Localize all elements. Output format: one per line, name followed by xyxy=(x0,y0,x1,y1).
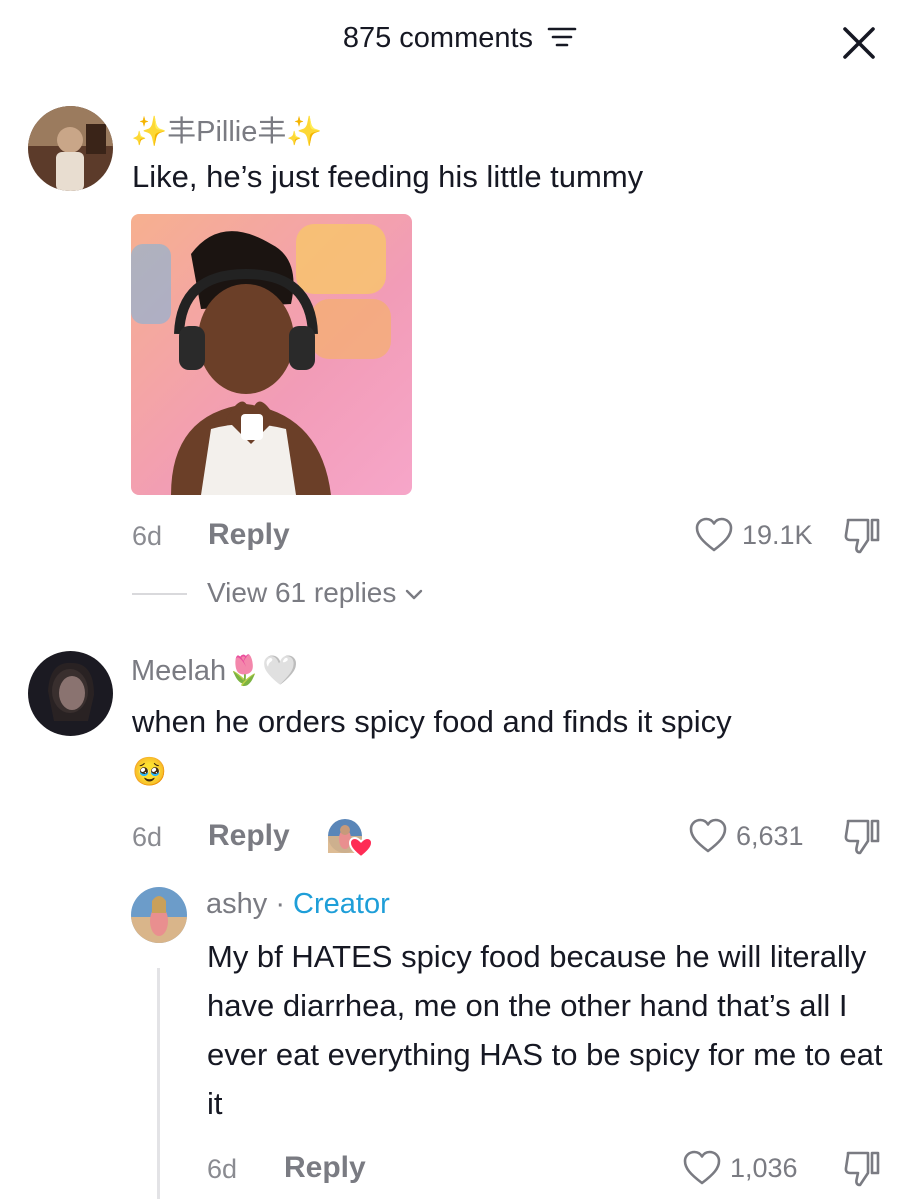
heart-icon xyxy=(695,517,733,552)
filter-icon[interactable] xyxy=(547,23,577,56)
view-replies-button[interactable]: View 61 replies xyxy=(207,577,424,609)
dislike-icon[interactable] xyxy=(842,1149,882,1194)
heart-icon xyxy=(689,818,727,853)
avatar[interactable] xyxy=(28,651,113,736)
reply-username-text: ashy xyxy=(206,888,268,920)
comment-age: 6d xyxy=(132,822,163,852)
comment-age: 6d xyxy=(132,521,163,551)
dislike-icon[interactable] xyxy=(842,516,882,561)
like-button[interactable]: 6,631 xyxy=(688,817,804,855)
comment-text: Like, he’s just feeding his little tummy xyxy=(132,159,644,194)
comment-username[interactable]: Meelah🌷🤍 xyxy=(131,654,298,688)
username-text: Meelah xyxy=(131,655,227,687)
reply-age: 6d xyxy=(207,1154,238,1184)
comment-gif-image[interactable] xyxy=(131,214,412,495)
creator-badge: Creator xyxy=(293,888,390,920)
avatar[interactable] xyxy=(131,887,187,943)
view-replies-label: View 61 replies xyxy=(207,577,397,608)
creator-liked-badge xyxy=(326,817,374,859)
like-count: 1,036 xyxy=(730,1152,798,1183)
comment-text: when he orders spicy food and finds it s… xyxy=(132,704,732,739)
reply-button[interactable]: Reply xyxy=(208,518,290,552)
dislike-icon[interactable] xyxy=(842,817,882,862)
comment-emoji: 🥹 xyxy=(132,756,167,787)
comment-count: 875 comments xyxy=(342,22,534,54)
username-separator: · xyxy=(267,888,294,920)
reply-thread-line xyxy=(157,968,160,1199)
like-count: 6,631 xyxy=(736,820,804,851)
username-emoji: 🌷🤍 xyxy=(226,655,299,687)
reply-username[interactable]: ashy · Creator xyxy=(206,888,390,921)
like-button[interactable]: 1,036 xyxy=(682,1149,798,1187)
chevron-down-icon xyxy=(405,589,423,599)
heart-icon xyxy=(683,1150,721,1185)
replies-divider xyxy=(132,593,187,595)
like-button[interactable]: 19.1K xyxy=(694,516,813,554)
avatar[interactable] xyxy=(28,106,113,191)
like-count: 19.1K xyxy=(742,519,813,550)
reply-button[interactable]: Reply xyxy=(208,819,290,853)
comment-username[interactable]: ✨丰Pillie丰✨ xyxy=(131,108,322,150)
comments-header: 875 comments xyxy=(0,22,920,56)
reply-text: My bf HATES spicy food because he will l… xyxy=(207,939,883,1121)
close-icon[interactable] xyxy=(840,24,878,62)
reply-button[interactable]: Reply xyxy=(284,1151,366,1185)
